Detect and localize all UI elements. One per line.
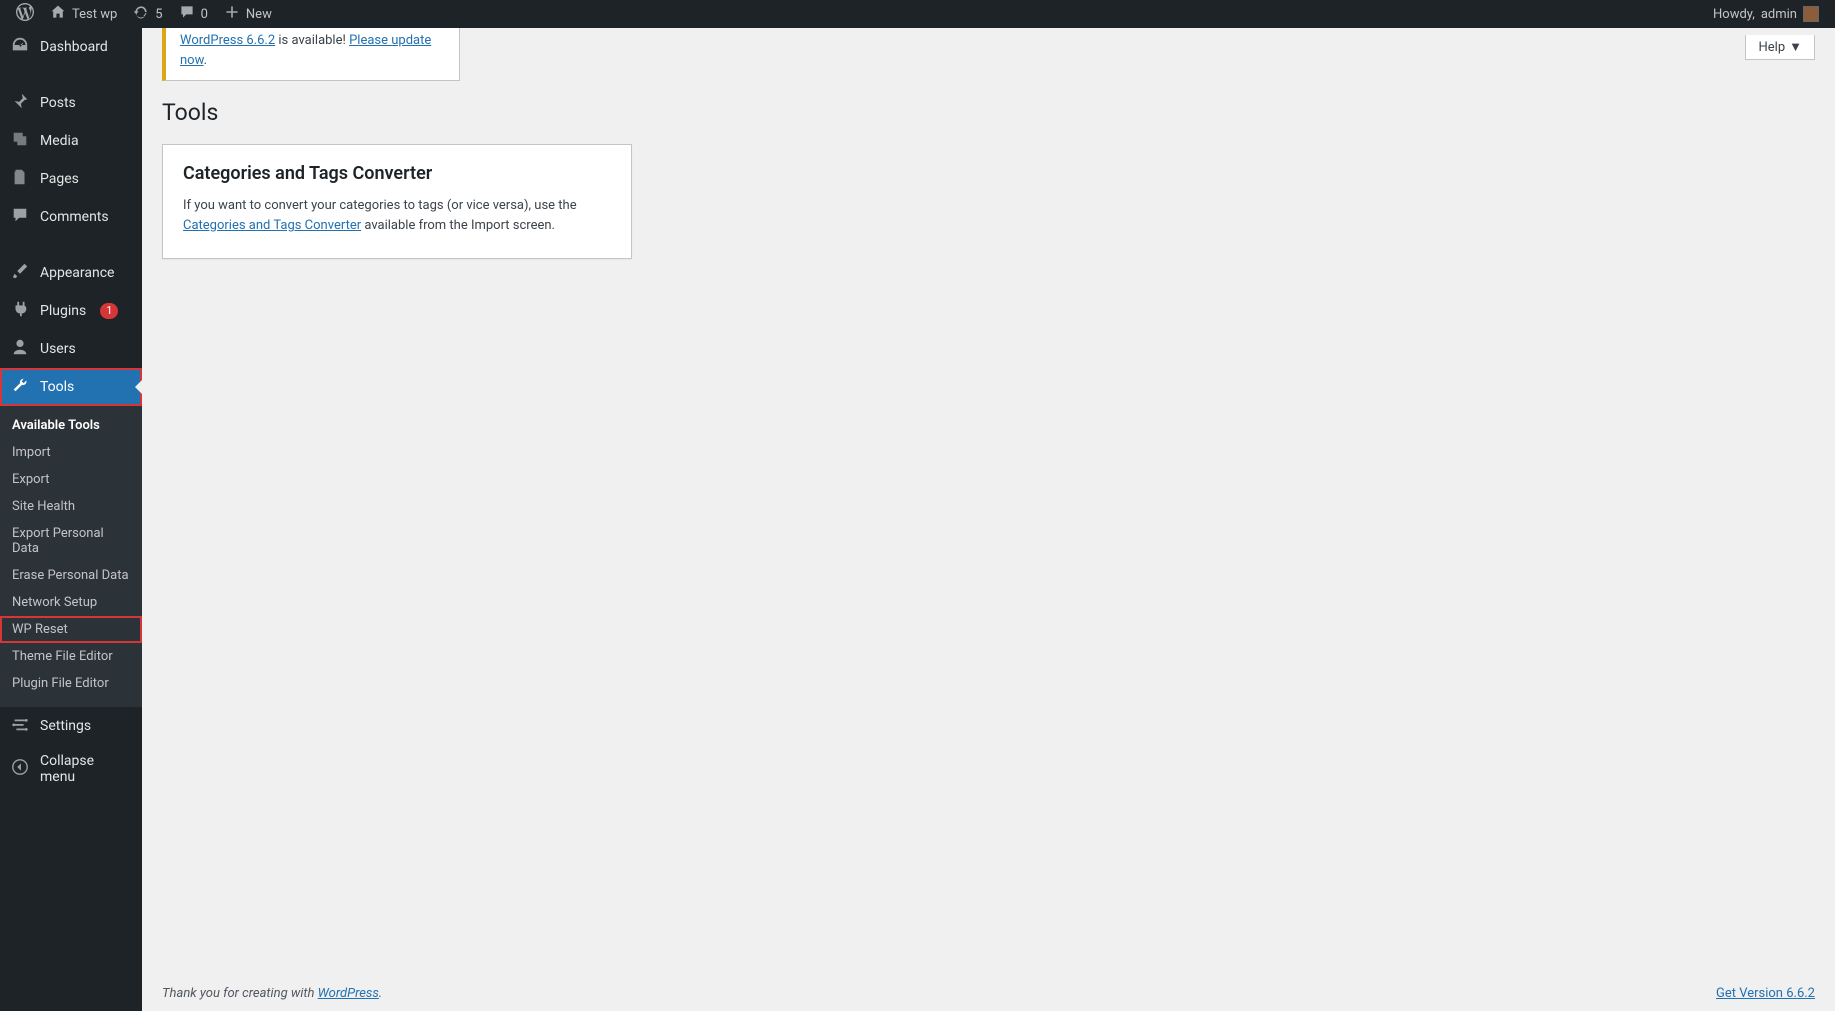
admin-bar: Test wp 5 0 New Howdy, admin [0, 0, 1835, 28]
submenu-network-setup[interactable]: Network Setup [0, 589, 142, 616]
menu-appearance[interactable]: Appearance [0, 254, 142, 292]
menu-comments-label: Comments [40, 209, 109, 225]
new-content-link[interactable]: New [216, 0, 280, 28]
menu-plugins-label: Plugins [40, 303, 86, 319]
submenu-site-health[interactable]: Site Health [0, 493, 142, 520]
comments-icon [10, 206, 30, 228]
new-label: New [246, 7, 272, 22]
update-icon [133, 4, 149, 24]
menu-settings-label: Settings [40, 718, 91, 734]
menu-media[interactable]: Media [0, 122, 142, 160]
notice-period: . [204, 53, 207, 68]
converter-card: Categories and Tags Converter If you wan… [162, 144, 632, 259]
dashboard-icon [10, 36, 30, 58]
plus-icon [224, 4, 240, 24]
tools-submenu: Available Tools Import Export Site Healt… [0, 406, 142, 707]
main-content: WordPress 6.6.2 is available! Please upd… [142, 0, 1835, 319]
home-icon [50, 4, 66, 24]
menu-separator [0, 66, 142, 84]
plugin-icon [10, 300, 30, 322]
help-tab[interactable]: Help ▼ [1745, 35, 1815, 60]
plugins-badge: 1 [100, 303, 118, 319]
comments-count: 0 [201, 7, 208, 22]
footer-period: . [379, 986, 382, 1001]
wordpress-icon [16, 3, 34, 25]
collapse-label: Collapse menu [40, 753, 132, 785]
menu-settings[interactable]: Settings [0, 707, 142, 745]
submenu-plugin-editor[interactable]: Plugin File Editor [0, 670, 142, 697]
update-notice: WordPress 6.6.2 is available! Please upd… [162, 20, 460, 81]
updates-link[interactable]: 5 [125, 0, 170, 28]
submenu-export[interactable]: Export [0, 466, 142, 493]
menu-dashboard[interactable]: Dashboard [0, 28, 142, 66]
menu-tools-label: Tools [40, 379, 74, 395]
menu-posts[interactable]: Posts [0, 84, 142, 122]
menu-users-label: Users [40, 341, 76, 357]
menu-appearance-label: Appearance [40, 265, 114, 281]
footer-thankyou: Thank you for creating with WordPress. [162, 986, 382, 1001]
site-name-label: Test wp [72, 7, 117, 22]
submenu-erase-personal[interactable]: Erase Personal Data [0, 562, 142, 589]
card-text-after: available from the Import screen. [361, 218, 555, 233]
menu-posts-label: Posts [40, 95, 76, 111]
footer-get-version-link[interactable]: Get Version 6.6.2 [1716, 986, 1815, 1001]
notice-version-link[interactable]: WordPress 6.6.2 [180, 33, 275, 48]
pages-icon [10, 168, 30, 190]
admin-menu: Dashboard Posts Media Pages Comments App… [0, 28, 142, 1011]
submenu-export-personal[interactable]: Export Personal Data [0, 520, 142, 562]
page-title: Tools [162, 99, 1815, 126]
collapse-menu[interactable]: Collapse menu [0, 745, 142, 793]
pin-icon [10, 92, 30, 114]
updates-count: 5 [155, 7, 162, 22]
howdy-prefix: Howdy, [1713, 7, 1755, 22]
admin-footer: Thank you for creating with WordPress. G… [142, 976, 1835, 1011]
footer-version: Get Version 6.6.2 [1716, 986, 1815, 1001]
comments-link[interactable]: 0 [171, 0, 216, 28]
card-text-before: If you want to convert your categories t… [183, 198, 577, 213]
avatar [1803, 6, 1819, 22]
menu-users[interactable]: Users [0, 330, 142, 368]
tools-icon [10, 376, 30, 398]
menu-separator [0, 236, 142, 254]
site-name-link[interactable]: Test wp [42, 0, 125, 28]
username: admin [1761, 7, 1797, 22]
help-label: Help [1758, 40, 1785, 55]
menu-dashboard-label: Dashboard [40, 39, 108, 55]
footer-prefix: Thank you for creating with [162, 986, 318, 1001]
menu-plugins[interactable]: Plugins 1 [0, 292, 142, 330]
media-icon [10, 130, 30, 152]
menu-pages[interactable]: Pages [0, 160, 142, 198]
comment-icon [179, 4, 195, 24]
card-heading: Categories and Tags Converter [183, 163, 611, 184]
my-account-link[interactable]: Howdy, admin [1705, 0, 1827, 28]
settings-icon [10, 715, 30, 737]
menu-media-label: Media [40, 133, 79, 149]
submenu-available-tools[interactable]: Available Tools [0, 412, 142, 439]
collapse-icon [10, 758, 30, 780]
submenu-wp-reset[interactable]: WP Reset [0, 616, 142, 643]
menu-pages-label: Pages [40, 171, 79, 187]
menu-comments[interactable]: Comments [0, 198, 142, 236]
card-link[interactable]: Categories and Tags Converter [183, 218, 361, 233]
brush-icon [10, 262, 30, 284]
users-icon [10, 338, 30, 360]
chevron-down-icon: ▼ [1789, 39, 1802, 55]
menu-tools[interactable]: Tools [0, 368, 142, 406]
footer-wp-link[interactable]: WordPress [318, 986, 379, 1001]
submenu-import[interactable]: Import [0, 439, 142, 466]
notice-available-text: is available! [275, 33, 349, 48]
card-text: If you want to convert your categories t… [183, 196, 611, 236]
submenu-theme-editor[interactable]: Theme File Editor [0, 643, 142, 670]
wp-logo[interactable] [8, 0, 42, 28]
